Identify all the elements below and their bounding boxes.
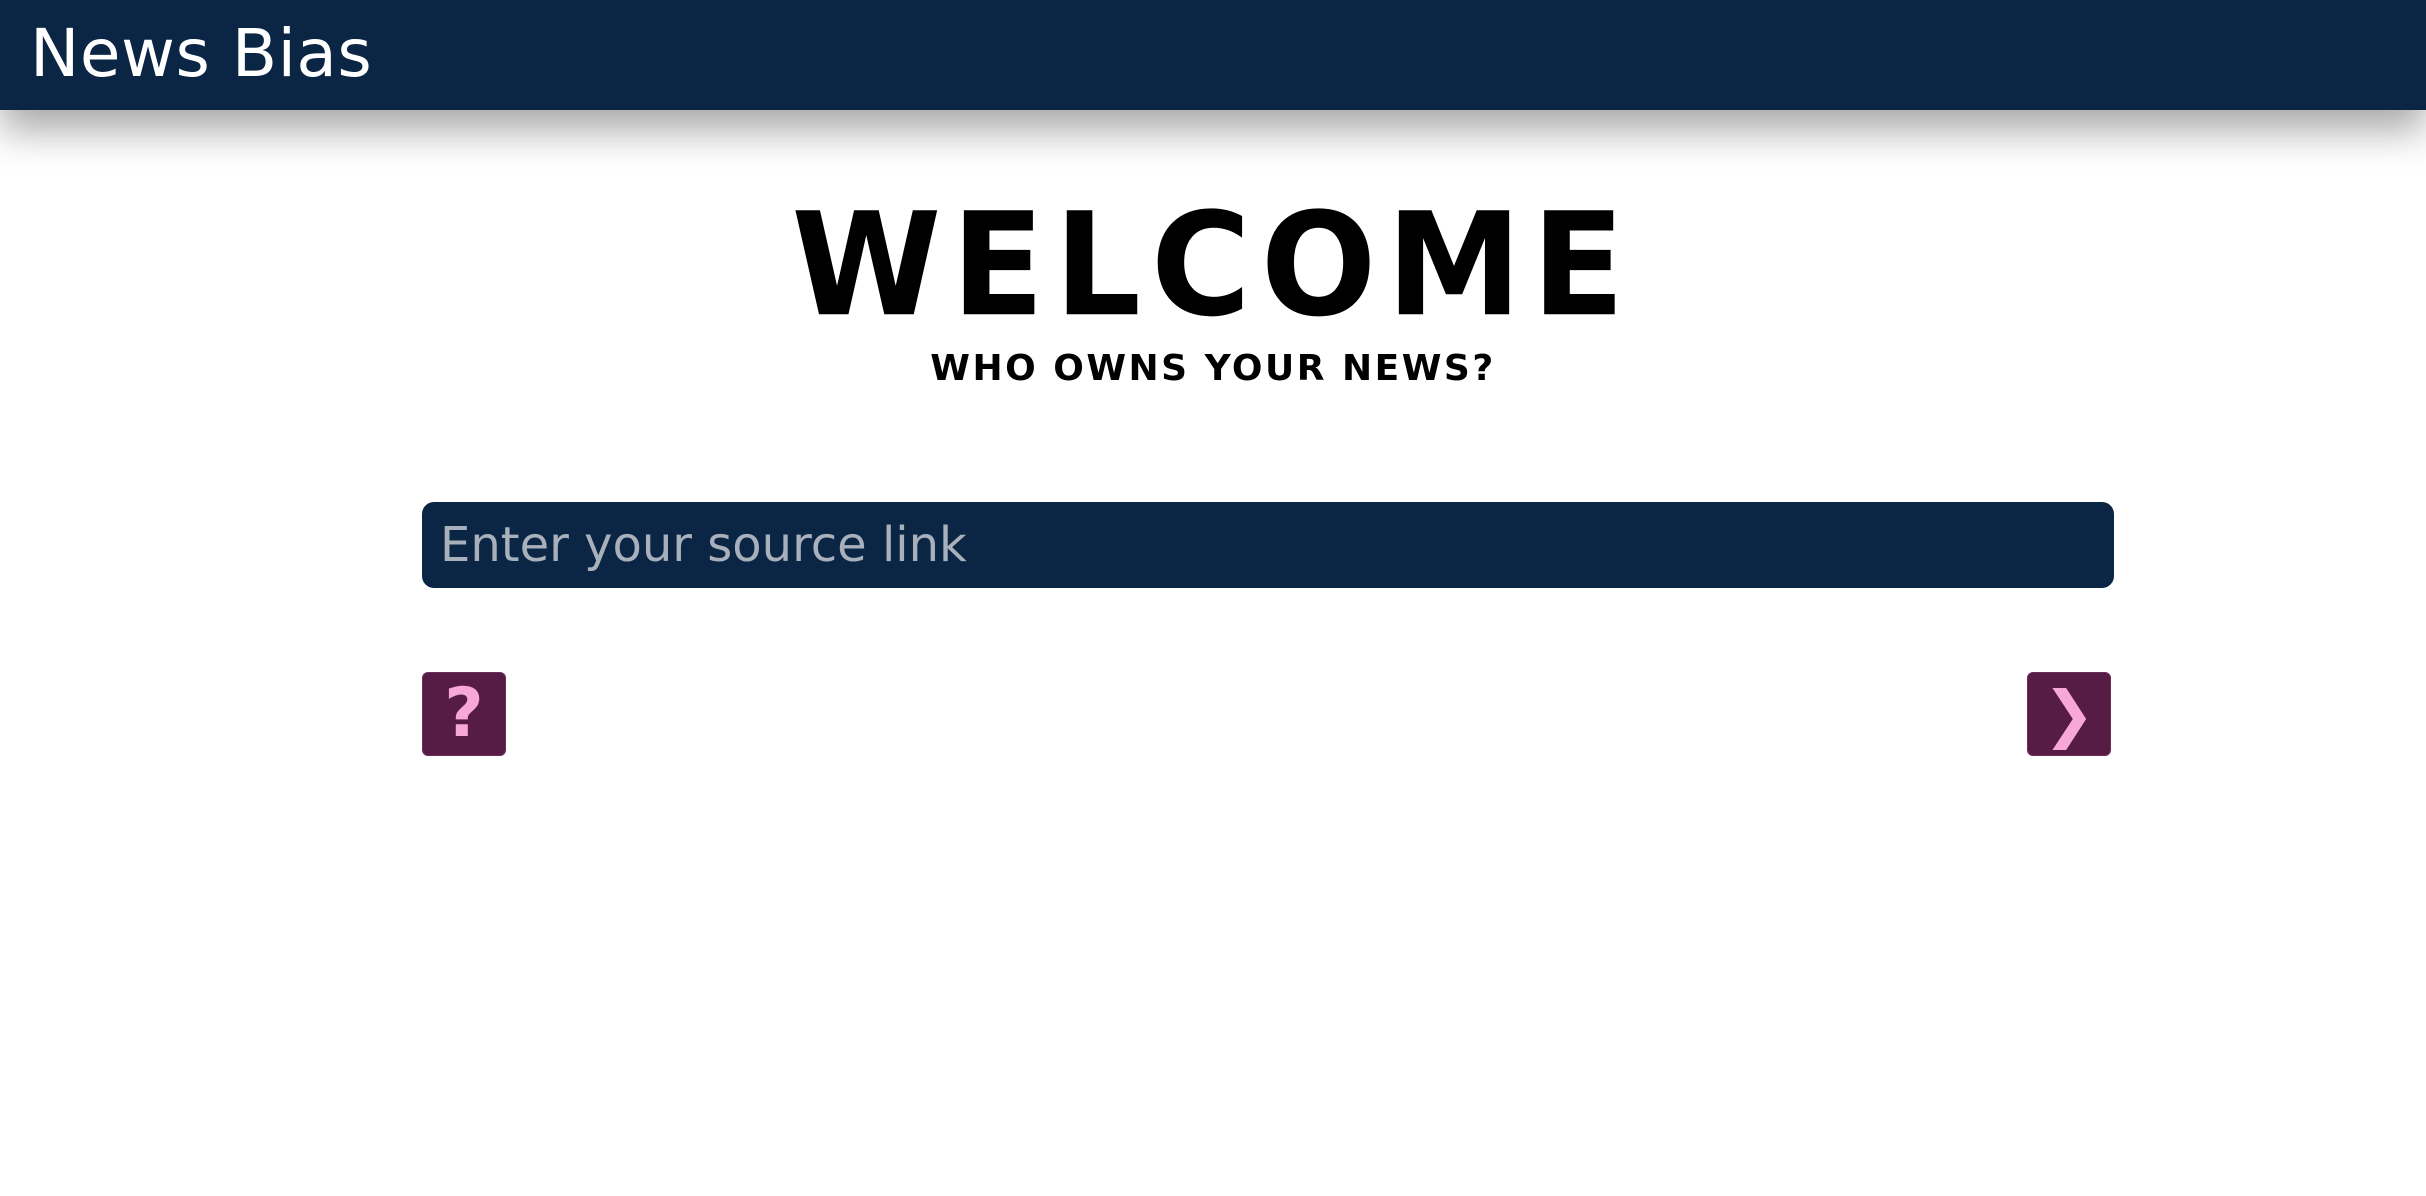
help-button[interactable]: ?: [422, 672, 506, 756]
welcome-heading: WELCOME: [791, 183, 1635, 349]
tagline: WHO OWNS YOUR NEWS?: [930, 348, 1496, 389]
question-mark-icon: ?: [444, 674, 484, 753]
top-navbar: News Bias: [0, 0, 2426, 110]
chevron-right-icon: ❯: [2043, 677, 2095, 750]
source-link-input[interactable]: [422, 502, 2114, 588]
app-title[interactable]: News Bias: [30, 14, 372, 94]
submit-button[interactable]: ❯: [2027, 672, 2111, 756]
